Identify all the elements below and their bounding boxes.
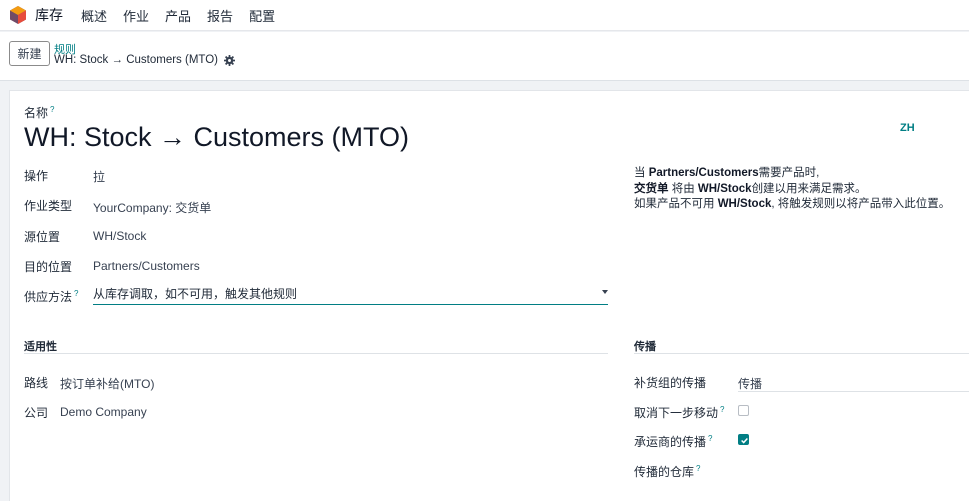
source-location-label: 源位置 <box>24 230 61 244</box>
name-field[interactable]: WH: Stock → Customers (MTO) <box>24 122 409 153</box>
carrier-propagation-label-text: 承运商的传播 <box>634 435 707 449</box>
name-label: 名称? <box>24 104 54 121</box>
applicability-section-title: 适用性 <box>24 341 57 353</box>
group-propagation-label: 补货组的传播 <box>634 376 707 390</box>
name-label-text: 名称 <box>24 106 49 120</box>
menu-operations[interactable]: 作业 <box>123 6 149 25</box>
carrier-propagation-help-icon[interactable]: ? <box>708 434 712 443</box>
supply-method-label: 供应方法? <box>24 288 78 305</box>
cancel-next-move-label: 取消下一步移动? <box>634 404 724 421</box>
action-field[interactable]: 拉 <box>93 168 105 185</box>
new-button[interactable]: 新建 <box>9 41 50 66</box>
supply-method-label-text: 供应方法 <box>24 290 73 304</box>
carrier-propagation-checkbox[interactable] <box>738 434 749 445</box>
language-button[interactable]: ZH <box>900 122 915 134</box>
operation-type-field[interactable]: YourCompany: 交货单 <box>93 199 211 216</box>
name-help-icon[interactable]: ? <box>50 105 54 114</box>
group-propagation-field[interactable]: 传播 <box>738 375 762 392</box>
gear-icon[interactable] <box>224 54 235 66</box>
rule-explanation: 当 Partners/Customers需要产品时, 交货单 将由 WH/Sto… <box>634 166 950 213</box>
destination-location-field[interactable]: Partners/Customers <box>93 259 200 273</box>
explanation-line-2: 交货单 将由 WH/Stock创建以用来满足需求。 <box>634 182 867 195</box>
cancel-next-move-checkbox[interactable] <box>738 405 749 416</box>
propagation-section-title: 传播 <box>634 341 656 353</box>
chevron-down-icon <box>602 290 608 294</box>
control-panel: 新建 规则 WH: Stock → Customers (MTO) <box>0 32 969 81</box>
route-label: 路线 <box>24 376 49 390</box>
company-label: 公司 <box>24 406 49 420</box>
menu-products[interactable]: 产品 <box>165 6 191 25</box>
breadcrumb-current: WH: Stock → Customers (MTO) <box>54 54 235 66</box>
warehouse-propagation-label: 传播的仓库? <box>634 463 700 480</box>
menu-overview[interactable]: 概述 <box>81 6 107 25</box>
breadcrumb-record-title: WH: Stock → Customers (MTO) <box>54 54 218 66</box>
explanation-line-1: 当 Partners/Customers需要产品时, <box>634 167 820 179</box>
supply-method-help-icon[interactable]: ? <box>74 289 78 298</box>
route-field[interactable]: 按订单补给(MTO) <box>60 375 154 392</box>
top-navbar: 库存 概述 作业 产品 报告 配置 <box>0 0 969 31</box>
menu-configuration[interactable]: 配置 <box>249 6 275 25</box>
group-propagation-underline <box>738 391 969 392</box>
check-icon <box>740 437 748 444</box>
propagation-divider <box>634 353 969 354</box>
warehouse-propagation-label-text: 传播的仓库 <box>634 465 695 479</box>
main-menu: 概述 作业 产品 报告 配置 <box>73 6 283 25</box>
action-label: 操作 <box>24 169 49 183</box>
supply-method-value: 从库存调取，如不可用，触发其他规则 <box>93 287 298 301</box>
menu-reporting[interactable]: 报告 <box>207 6 233 25</box>
cancel-next-move-label-text: 取消下一步移动 <box>634 406 719 420</box>
app-name[interactable]: 库存 <box>35 5 63 25</box>
supply-method-select[interactable]: 从库存调取，如不可用，触发其他规则 <box>93 285 608 305</box>
cancel-next-move-help-icon[interactable]: ? <box>720 405 724 414</box>
operation-type-label: 作业类型 <box>24 199 73 213</box>
carrier-propagation-label: 承运商的传播? <box>634 433 712 450</box>
source-location-field[interactable]: WH/Stock <box>93 229 146 243</box>
inventory-app-icon[interactable] <box>10 6 26 24</box>
company-field[interactable]: Demo Company <box>60 405 147 419</box>
applicability-divider <box>24 353 608 354</box>
explanation-line-3: 如果产品不可用 WH/Stock, 将触发规则以将产品带入此位置。 <box>634 198 951 210</box>
warehouse-propagation-help-icon[interactable]: ? <box>696 464 700 473</box>
destination-location-label: 目的位置 <box>24 260 73 274</box>
form-sheet: 名称? WH: Stock → Customers (MTO) ZH 操作 拉 … <box>9 90 969 501</box>
